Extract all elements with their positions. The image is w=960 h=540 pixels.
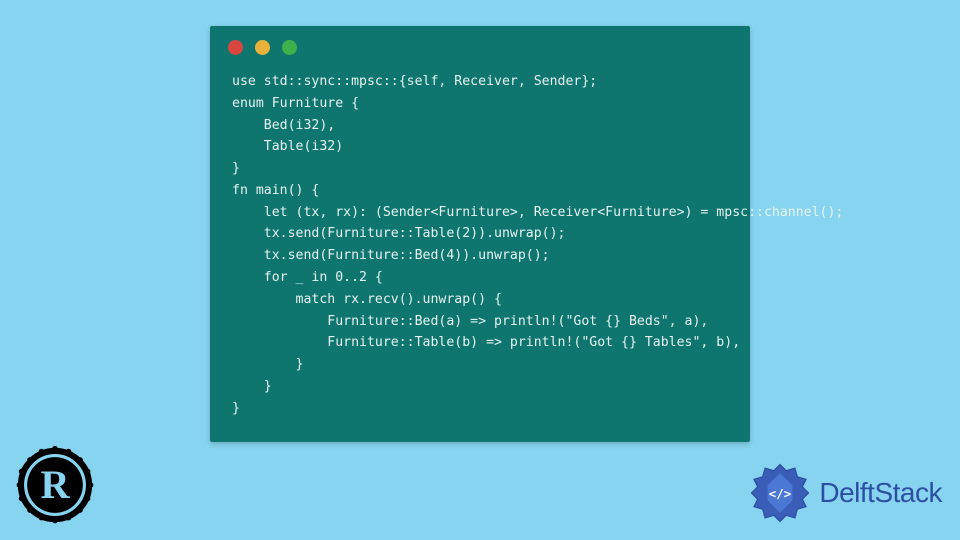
delftstack-name: DelftStack [819,477,942,509]
svg-text:</>: </> [769,486,791,501]
close-dot-icon [228,40,243,55]
delftstack-logo-icon: </> [749,462,811,524]
code-block: use std::sync::mpsc::{self, Receiver, Se… [210,61,750,442]
zoom-dot-icon [282,40,297,55]
svg-text:R: R [40,462,70,507]
rust-logo-icon: R [14,444,96,526]
code-window: use std::sync::mpsc::{self, Receiver, Se… [210,26,750,442]
delftstack-branding: </> DelftStack [749,462,942,524]
window-traffic-lights [210,26,750,61]
minimize-dot-icon [255,40,270,55]
